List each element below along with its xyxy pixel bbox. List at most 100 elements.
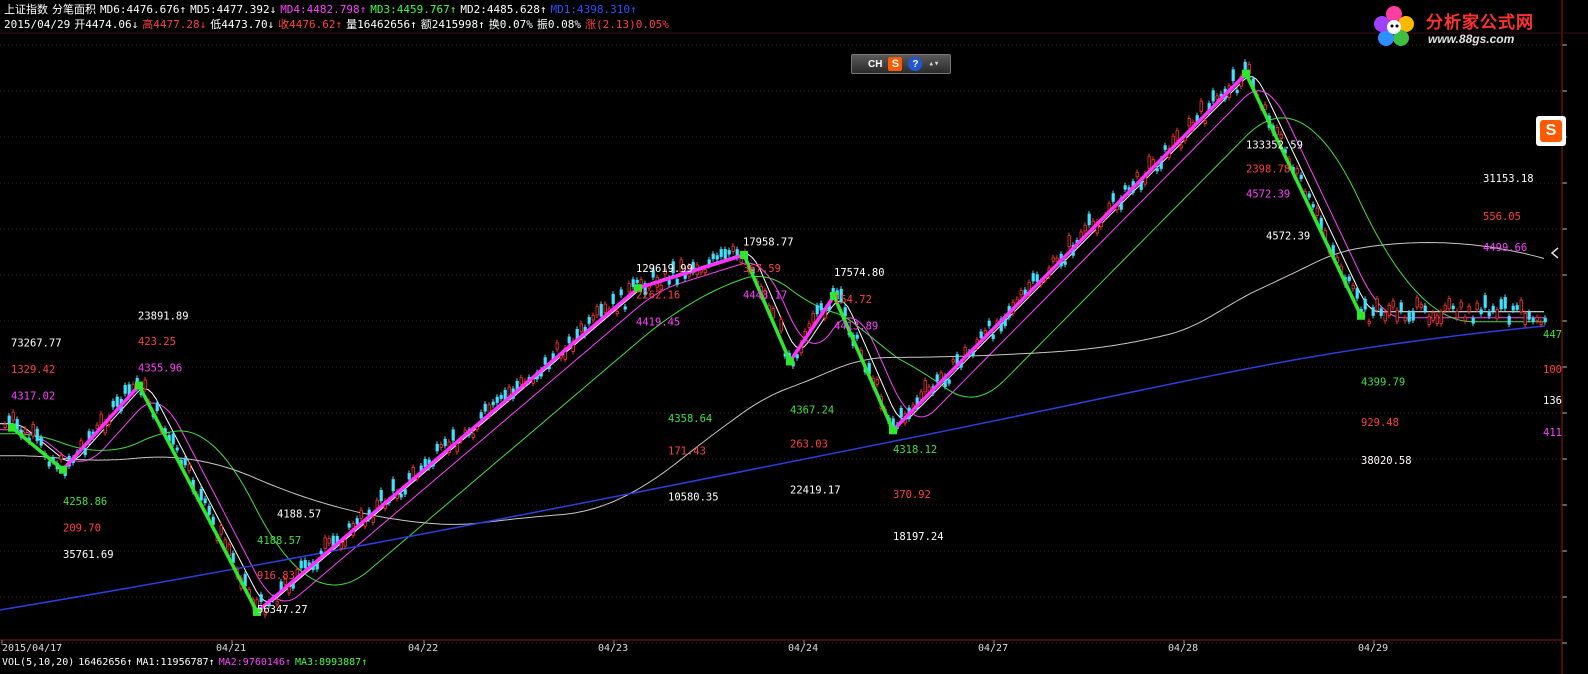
candle-body (315, 562, 319, 570)
sogou-icon[interactable]: S (888, 57, 903, 71)
ch-input-button[interactable]: CH (868, 59, 882, 70)
candle-body (811, 313, 815, 323)
candle-body (1535, 317, 1539, 322)
toolbar-dropdown-icon[interactable]: ▴▾ (928, 59, 939, 69)
candle-body (519, 377, 523, 385)
candle-body (947, 379, 951, 384)
candle-body (491, 401, 495, 406)
candle-body (1299, 174, 1303, 180)
moving-average-lines (0, 76, 1546, 611)
logo-url[interactable]: www.88gs.com (1428, 32, 1514, 46)
candle-body (963, 346, 967, 356)
annotation-label: 4572.39 (1266, 231, 1310, 243)
zigzag-segment (61, 384, 141, 471)
annotation-label: 4317.02 (11, 391, 55, 403)
candle-body (171, 433, 175, 445)
candle-body (495, 396, 499, 403)
candle-body (111, 400, 115, 408)
line2-item: 2015/04/29 (4, 18, 71, 31)
annotation-label: 916.83 (257, 570, 295, 582)
candle-body (403, 489, 407, 495)
ma-line-gray (0, 241, 1545, 525)
annotation-label: 209.70 (63, 522, 101, 534)
candle-body (1471, 318, 1475, 324)
ma-line-white (0, 76, 1544, 603)
candle-body (1135, 172, 1139, 178)
zigzag-vertex (786, 357, 794, 366)
candle-body (991, 334, 995, 339)
candle-body (983, 330, 987, 335)
zigzag-vertex (8, 423, 16, 432)
candle-body (375, 499, 379, 509)
candle-body (1083, 224, 1087, 232)
candle-body (327, 537, 331, 544)
candle-body (623, 306, 627, 310)
price-chart[interactable]: 73267.77 1329.42 4317.02 23891.89 423.25 4355… (0, 0, 1588, 674)
candle-body (599, 304, 603, 317)
candle-body (499, 395, 503, 399)
zigzag-vertex (1357, 311, 1365, 320)
candle-body (1391, 300, 1395, 308)
line1-item: 分笔面积 (52, 3, 96, 16)
candle-body (675, 278, 679, 285)
candle-body (1383, 312, 1387, 322)
candle-body (1035, 274, 1039, 282)
candle-body (1063, 261, 1067, 265)
candle-body (1351, 285, 1355, 290)
candle-body (1379, 308, 1383, 316)
candle-body (407, 473, 411, 480)
candle-body (1147, 155, 1151, 169)
candle-body (3, 423, 7, 428)
x-tick-label: 04/29 (1358, 643, 1388, 654)
candle-body (1503, 297, 1507, 309)
candle-body (831, 287, 835, 293)
annotation-label: 4399.79 (1361, 377, 1405, 389)
candle-body (1067, 235, 1071, 247)
candle-body (1483, 295, 1487, 308)
annotation-label: 10580.35 (668, 492, 719, 504)
candle-body (379, 490, 383, 502)
annotation-label: 171.43 (668, 445, 706, 457)
candle-body (1427, 315, 1431, 325)
x-tick-label: 04/24 (788, 643, 818, 654)
annotation-label: 4443.17 (743, 290, 787, 302)
annotation-label: 4358.64 (668, 413, 712, 425)
candle-body (371, 516, 375, 523)
candle-body (1375, 298, 1379, 311)
x-tick-label: 04/22 (408, 643, 438, 654)
candle-body (603, 303, 607, 313)
x-tick-label: 04/21 (216, 643, 246, 654)
candle-body (1455, 311, 1459, 319)
candle-body (1475, 302, 1479, 310)
vol-item: MA2:9760146↑ (218, 657, 291, 668)
candle-body (1431, 312, 1435, 321)
x-tick-label: 04/23 (598, 643, 628, 654)
x-tick-label: 04/28 (1168, 643, 1198, 654)
candle-body (1447, 298, 1451, 310)
side-sogou-button[interactable]: S (1536, 116, 1566, 146)
zigzag-segment (137, 384, 259, 613)
help-icon[interactable]: ? (908, 57, 923, 71)
candle-body (411, 466, 415, 478)
candle-body (287, 586, 291, 594)
candle-body (1499, 299, 1503, 310)
candle-body (987, 320, 991, 327)
candle-body (1187, 118, 1191, 127)
candle-body (1487, 311, 1491, 317)
candle-body (1411, 310, 1415, 321)
candle-body (1543, 317, 1547, 323)
candle-body (1367, 321, 1371, 324)
line2-item: 涨(2.13)0.05% (585, 18, 669, 31)
candle-body (1507, 316, 1511, 325)
zigzag-segment (832, 295, 895, 431)
annotation-label: 31153.18 (1483, 173, 1534, 185)
annotation-label: 4413.89 (834, 320, 878, 332)
candle-body (1087, 213, 1091, 226)
candle-body (1523, 312, 1527, 325)
annotation-label: 4419.45 (636, 316, 680, 328)
candle-body (819, 303, 823, 311)
candle-body (1415, 297, 1419, 308)
annotation-label: 18197.24 (893, 531, 944, 543)
line2-item: 量16462656↑ (346, 18, 417, 31)
candle-body (723, 249, 727, 259)
